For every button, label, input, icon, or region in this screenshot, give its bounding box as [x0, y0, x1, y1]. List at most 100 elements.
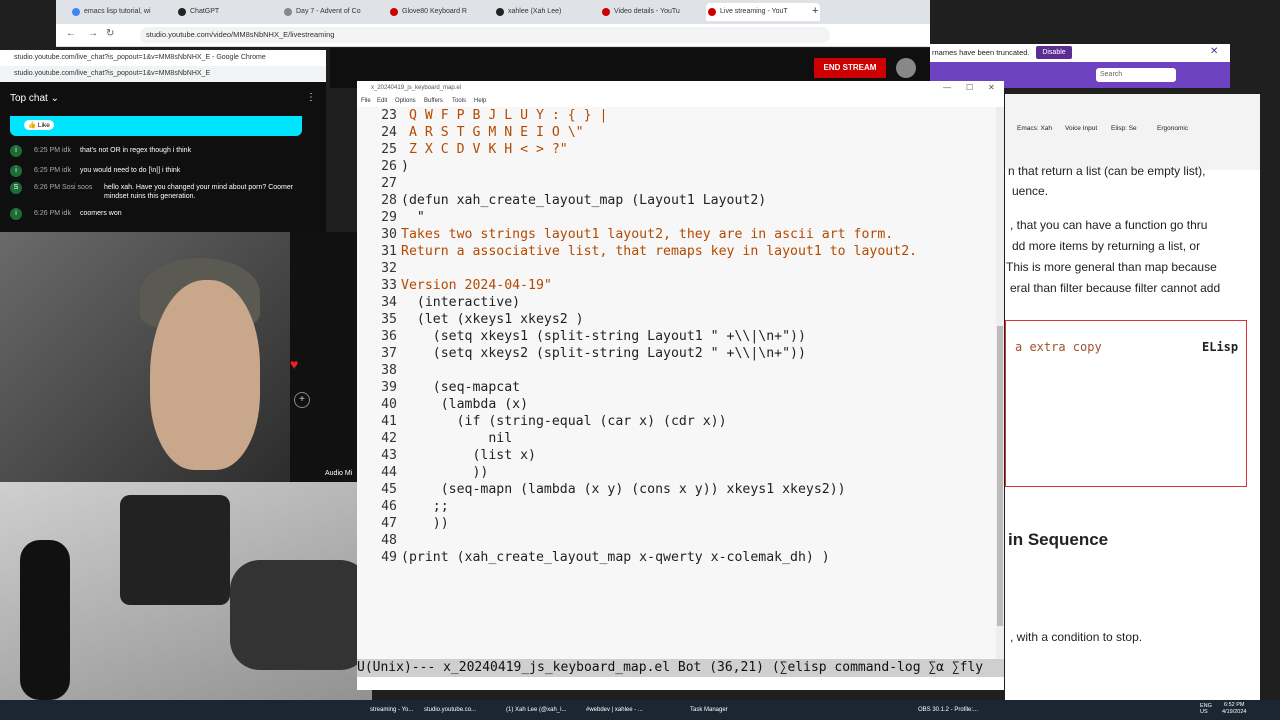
code-editor[interactable]: 23 Q W F P B J L U Y : { } | 24 A R S T G… [357, 107, 997, 659]
code-line: (if (string-equal (car x) (cdr x)) [401, 414, 727, 429]
menu-item[interactable]: Edit [377, 95, 387, 107]
line-number: 46 [381, 499, 397, 514]
mode-line: U(Unix)--- x_20240419_js_keyboard_map.el… [357, 659, 1004, 677]
line-number: 33 [381, 278, 397, 293]
language-indicator[interactable]: ENG US [1200, 703, 1220, 715]
browser-tab[interactable]: Elisp: Se [1111, 125, 1137, 132]
like-button[interactable]: 👍 Like [24, 120, 54, 130]
browser-tab[interactable]: Day 7 - Advent of Co [282, 3, 396, 21]
code-line: nil [401, 431, 513, 446]
chevron-down-icon: ⌄ [50, 93, 59, 104]
line-number: 39 [381, 380, 397, 395]
top-chat-dropdown[interactable]: Top chat ⌄ [0, 86, 326, 112]
line-number: 49 [381, 550, 397, 565]
menu-item[interactable]: Buffers [424, 95, 443, 107]
browser-tab[interactable]: xahlee (Xah Lee) [494, 3, 608, 21]
second-browser-tabs: Emacs: Xah Voice Input Elisp: Se Ergonomic [1005, 120, 1260, 144]
scrollbar-thumb[interactable] [997, 326, 1003, 626]
reload-icon[interactable]: ↻ [106, 28, 114, 39]
line-number: 41 [381, 414, 397, 429]
close-icon[interactable]: ✕ [1210, 46, 1218, 57]
line-number: 37 [381, 346, 397, 361]
taskbar-item[interactable]: streaming - Yo... [370, 700, 413, 720]
line-number: 24 [381, 125, 397, 140]
taskbar-item[interactable]: studio.youtube.co... [424, 700, 476, 720]
tab-label: Video details - YouTu [614, 8, 680, 15]
taskbar-item[interactable]: Task Manager [690, 700, 728, 720]
chat-text: coomers won [80, 210, 122, 217]
close-window-icon[interactable]: ✕ [988, 83, 995, 92]
minibuffer[interactable] [357, 677, 1004, 690]
tab-favicon-icon [284, 8, 292, 16]
clock-date: 4/19/2024 [1222, 709, 1247, 715]
clock[interactable]: 6:52 PM 4/19/2024 [1222, 702, 1246, 716]
taskbar-item[interactable]: OBS 30.1.2 - Profile:... [918, 700, 978, 720]
line-number: 44 [381, 465, 397, 480]
article-text-bottom: , with a condition to stop. [1010, 630, 1143, 644]
address-bar[interactable]: studio.youtube.com/video/MM8sNbNHX_E/liv… [140, 27, 830, 43]
code-line: (print (xah_create_layout_map x-qwerty x… [401, 550, 830, 565]
tab-label: ChatGPT [190, 8, 220, 15]
code-line: (setq xkeys1 (split-string Layout1 " +\\… [401, 329, 806, 344]
browser-tab[interactable]: Voice Input [1065, 125, 1097, 132]
chat-timestamp: 6:25 PM [34, 147, 61, 154]
tab-label: xahlee (Xah Lee) [508, 8, 562, 15]
code-line: Return a associative list, that remaps k… [401, 244, 918, 259]
browser-tab[interactable]: ChatGPT [176, 3, 290, 21]
line-number: 30 [381, 227, 397, 242]
article-text: dd more items by returning a list, or [1012, 239, 1201, 253]
chat-author: idk [62, 167, 71, 174]
heart-icon[interactable]: ♥ [290, 356, 308, 372]
avatar[interactable] [896, 58, 916, 78]
taskbar-item[interactable]: (1) Xah Lee (@xah_l... [506, 700, 566, 720]
article-text: uence. [1012, 184, 1049, 198]
code-line: Takes two strings layout1 layout2, they … [401, 227, 894, 242]
minimize-icon[interactable]: — [943, 83, 951, 92]
code-line: ) [401, 159, 409, 174]
code-line: (lambda (x) [401, 397, 529, 412]
browser-tab[interactable]: Ergonomic [1157, 125, 1188, 132]
maximize-icon[interactable]: ☐ [966, 83, 973, 92]
more-options-icon[interactable]: ⋮ [306, 92, 316, 103]
chat-timestamp: 6:25 PM [34, 167, 61, 174]
code-line: A R S T G M N E I O \" [401, 125, 584, 140]
code-line: )) [401, 465, 489, 480]
menu-item[interactable]: Options [395, 95, 416, 107]
chat-timestamp: 6:26 PM [34, 184, 61, 191]
chat-author: idk [62, 210, 71, 217]
forward-icon[interactable]: → [88, 28, 98, 39]
line-number: 45 [381, 482, 397, 497]
add-icon[interactable]: + [294, 392, 310, 408]
code-line: " [401, 210, 425, 225]
browser-tab[interactable]: Emacs: Xah [1017, 125, 1052, 132]
avatar: i [10, 145, 22, 157]
new-tab-button[interactable]: + [812, 5, 818, 17]
taskbar-item[interactable]: #webdev | xahlee - ... [586, 700, 643, 720]
browser-tab[interactable]: Glove80 Keyboard R [388, 3, 502, 21]
menu-item[interactable]: Help [474, 95, 486, 107]
browser-tab[interactable]: Live streaming - YouT [706, 3, 820, 21]
chat-text: hello xah. Have you changed your mind ab… [104, 184, 294, 200]
keyboard-left [120, 495, 230, 605]
disable-button[interactable]: Disable [1036, 46, 1072, 59]
keyboard-right [230, 560, 370, 670]
code-line: Version 2024-04-19" [401, 278, 552, 293]
article-text: This is more general than map because [1006, 260, 1217, 274]
line-number: 28 [381, 193, 397, 208]
tab-favicon-icon [708, 8, 716, 16]
emacs-menubar: File Edit Options Buffers Tools Help [357, 95, 1004, 107]
browser-tab[interactable]: Video details - YouTu [600, 3, 714, 21]
line-number: 42 [381, 431, 397, 446]
chat-author: Sosi soos [62, 184, 93, 191]
person-face [150, 280, 260, 470]
end-stream-button[interactable]: END STREAM [814, 58, 886, 78]
search-input[interactable]: Search [1096, 68, 1176, 82]
article-text: eral than filter because filter cannot a… [1010, 281, 1221, 295]
back-icon[interactable]: ← [66, 28, 76, 39]
audio-mixer-label: Audio Mi [325, 470, 353, 477]
browser-tab[interactable]: emacs lisp tutorial, wi [70, 3, 184, 21]
line-number: 34 [381, 295, 397, 310]
menu-item[interactable]: Tools [452, 95, 466, 107]
tab-label: emacs lisp tutorial, wi [84, 8, 151, 15]
menu-item[interactable]: File [361, 95, 371, 107]
